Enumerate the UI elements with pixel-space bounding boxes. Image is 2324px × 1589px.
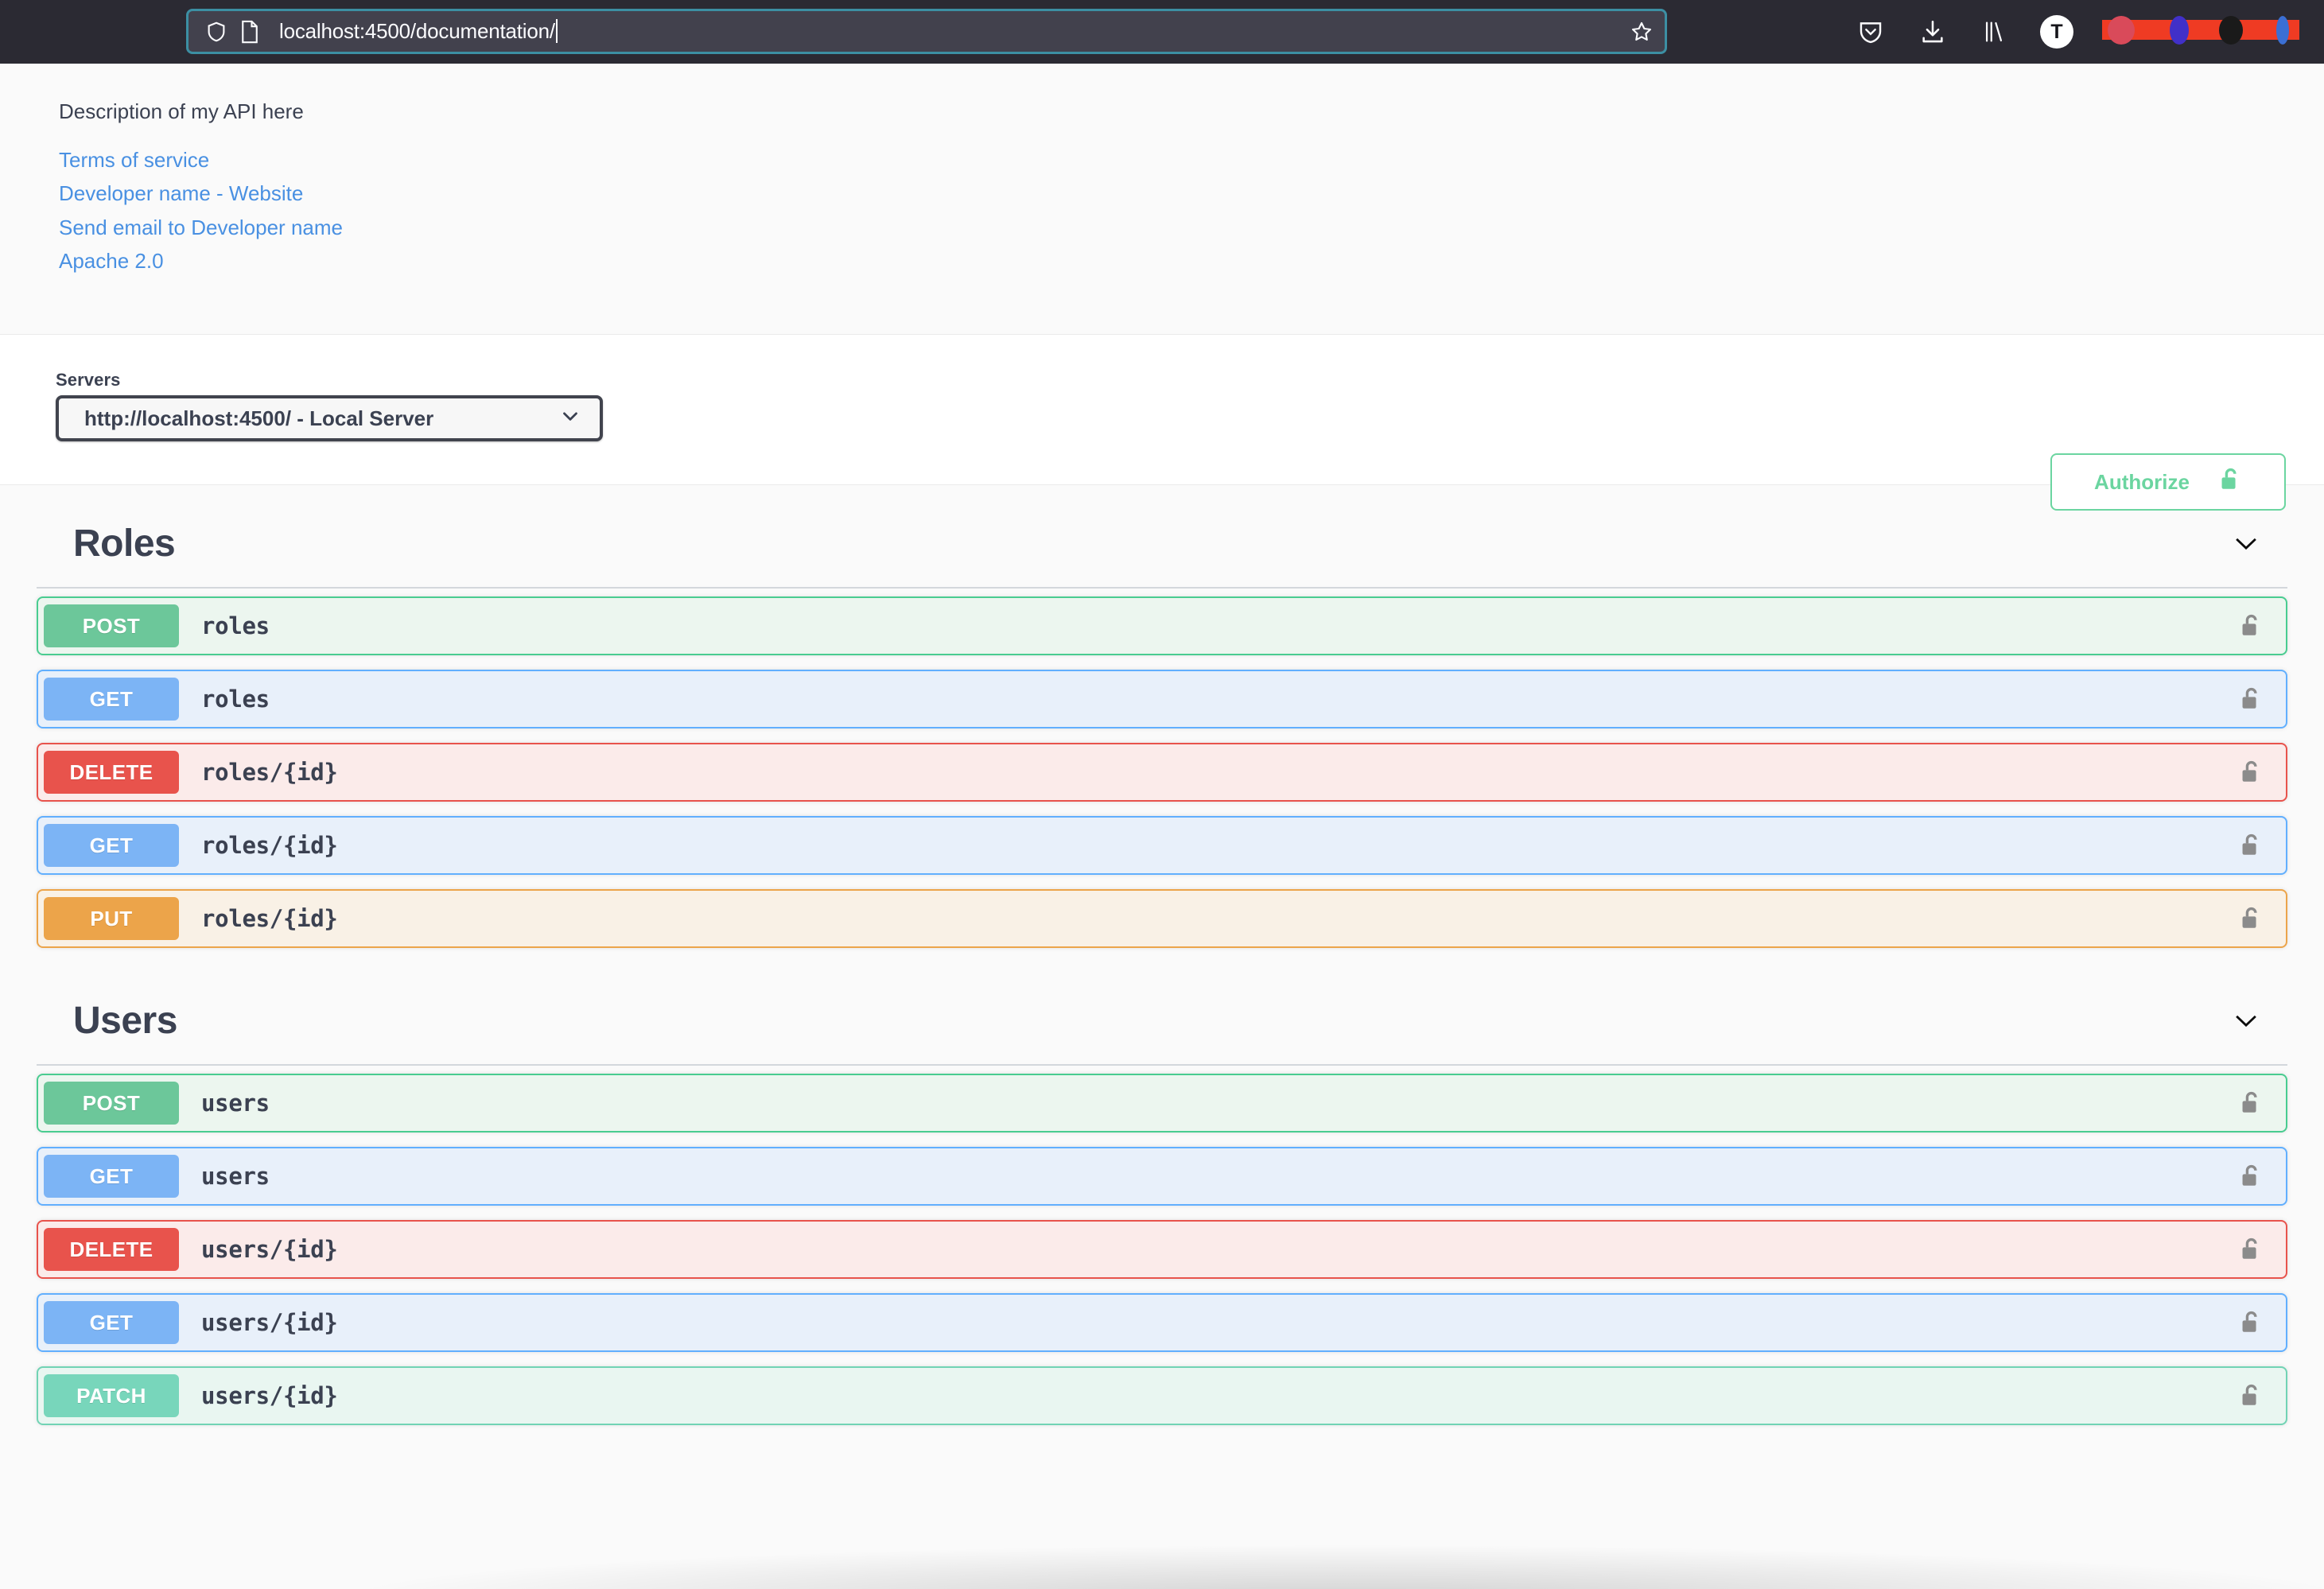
operation-path: users/{id} bbox=[201, 1309, 338, 1336]
download-icon[interactable] bbox=[1915, 14, 1950, 49]
operation-path: users bbox=[201, 1163, 270, 1190]
operation-row[interactable]: GET users/{id} bbox=[37, 1293, 2287, 1352]
url-input[interactable]: localhost:4500/documentation/ bbox=[279, 19, 1623, 44]
unlocked-padlock-icon[interactable] bbox=[2233, 1159, 2268, 1194]
servers-block: Servers http://localhost:4500/ - Local S… bbox=[56, 370, 603, 441]
license-link[interactable]: Apache 2.0 bbox=[59, 244, 164, 278]
operations-area: Roles POST roles GET roles DELETE roles/… bbox=[0, 485, 2324, 1425]
operation-path: roles bbox=[201, 612, 270, 639]
tag-section-roles: Roles POST roles GET roles DELETE roles/… bbox=[37, 485, 2287, 948]
browser-toolbar: localhost:4500/documentation/ T bbox=[0, 0, 2324, 64]
server-select[interactable]: http://localhost:4500/ - Local Server bbox=[56, 395, 603, 441]
tag-title-roles: Roles bbox=[73, 522, 176, 565]
unlocked-padlock-icon[interactable] bbox=[2233, 901, 2268, 936]
servers-bar: Servers http://localhost:4500/ - Local S… bbox=[0, 334, 2324, 485]
chevron-down-icon bbox=[558, 404, 582, 433]
operation-path: users/{id} bbox=[201, 1236, 338, 1263]
server-select-value: http://localhost:4500/ - Local Server bbox=[84, 406, 434, 430]
method-badge: POST bbox=[44, 604, 179, 647]
unlocked-padlock-icon[interactable] bbox=[2233, 1086, 2268, 1121]
method-badge: POST bbox=[44, 1082, 179, 1125]
api-info-block: Description of my API here Terms of serv… bbox=[0, 64, 2324, 334]
unlocked-padlock-icon[interactable] bbox=[2233, 1232, 2268, 1267]
method-badge: GET bbox=[44, 824, 179, 867]
operation-row[interactable]: DELETE roles/{id} bbox=[37, 743, 2287, 802]
operation-path: users/{id} bbox=[201, 1382, 338, 1409]
authorize-label: Authorize bbox=[2094, 469, 2190, 494]
unlocked-padlock-icon[interactable] bbox=[2233, 755, 2268, 790]
developer-website-link[interactable]: Developer name - Website bbox=[59, 177, 303, 210]
servers-label: Servers bbox=[56, 370, 121, 390]
chevron-down-icon[interactable] bbox=[2222, 997, 2270, 1044]
operation-path: roles/{id} bbox=[201, 905, 338, 932]
bookmark-star-icon[interactable] bbox=[1623, 14, 1660, 50]
extension-icon-peek-1 bbox=[2108, 16, 2135, 45]
tag-header-roles[interactable]: Roles bbox=[37, 499, 2287, 589]
method-badge: PUT bbox=[44, 897, 179, 940]
operation-row[interactable]: PATCH users/{id} bbox=[37, 1366, 2287, 1425]
developer-email-link[interactable]: Send email to Developer name bbox=[59, 211, 343, 244]
api-description: Description of my API here bbox=[59, 99, 304, 123]
url-value: localhost:4500/documentation/ bbox=[279, 19, 555, 43]
operation-row[interactable]: GET users bbox=[37, 1147, 2287, 1206]
avatar-initial: T bbox=[2040, 15, 2073, 49]
unlocked-padlock-icon bbox=[2218, 466, 2242, 499]
operation-path: roles/{id} bbox=[201, 832, 338, 859]
unlocked-padlock-icon[interactable] bbox=[2233, 1305, 2268, 1340]
api-info-links: Terms of service Developer name - Websit… bbox=[59, 143, 2324, 278]
operation-row[interactable]: POST users bbox=[37, 1074, 2287, 1133]
extension-icon-peek-4 bbox=[2276, 16, 2289, 45]
operation-path: users bbox=[201, 1090, 270, 1117]
operation-row[interactable]: GET roles bbox=[37, 670, 2287, 728]
method-badge: GET bbox=[44, 1301, 179, 1344]
tag-header-users[interactable]: Users bbox=[37, 977, 2287, 1066]
method-badge: GET bbox=[44, 678, 179, 721]
unlocked-padlock-icon[interactable] bbox=[2233, 1378, 2268, 1413]
unlocked-padlock-icon[interactable] bbox=[2233, 828, 2268, 863]
text-caret bbox=[555, 19, 558, 43]
extension-icon-peek-2 bbox=[2170, 16, 2189, 45]
toolbar-actions: T bbox=[1853, 0, 2074, 64]
operation-list-roles: POST roles GET roles DELETE roles/{id} G… bbox=[37, 589, 2287, 948]
extension-icon-peek-3 bbox=[2219, 16, 2243, 45]
authorize-button[interactable]: Authorize bbox=[2050, 453, 2286, 511]
terms-of-service-link[interactable]: Terms of service bbox=[59, 143, 209, 177]
operation-row[interactable]: PUT roles/{id} bbox=[37, 889, 2287, 948]
account-avatar[interactable]: T bbox=[2039, 14, 2074, 49]
pocket-icon[interactable] bbox=[1853, 14, 1888, 49]
chevron-down-icon[interactable] bbox=[2222, 519, 2270, 567]
library-icon[interactable] bbox=[1977, 14, 2012, 49]
operation-path: roles/{id} bbox=[201, 759, 338, 786]
address-bar[interactable]: localhost:4500/documentation/ bbox=[186, 9, 1667, 54]
method-badge: PATCH bbox=[44, 1374, 179, 1417]
swagger-ui-page: Description of my API here Terms of serv… bbox=[0, 64, 2324, 1589]
shield-icon[interactable] bbox=[203, 18, 230, 45]
method-badge: DELETE bbox=[44, 1228, 179, 1271]
unlocked-padlock-icon[interactable] bbox=[2233, 682, 2268, 717]
operation-row[interactable]: GET roles/{id} bbox=[37, 816, 2287, 875]
page-icon[interactable] bbox=[236, 18, 263, 45]
tag-section-users: Users POST users GET users DELETE users/… bbox=[37, 962, 2287, 1425]
method-badge: DELETE bbox=[44, 751, 179, 794]
unlocked-padlock-icon[interactable] bbox=[2233, 608, 2268, 643]
tag-title-users: Users bbox=[73, 999, 177, 1042]
operation-row[interactable]: POST roles bbox=[37, 596, 2287, 655]
operation-row[interactable]: DELETE users/{id} bbox=[37, 1220, 2287, 1279]
operation-path: roles bbox=[201, 686, 270, 713]
page-bottom-shadow bbox=[0, 1538, 2324, 1589]
method-badge: GET bbox=[44, 1155, 179, 1198]
operation-list-users: POST users GET users DELETE users/{id} G… bbox=[37, 1066, 2287, 1425]
